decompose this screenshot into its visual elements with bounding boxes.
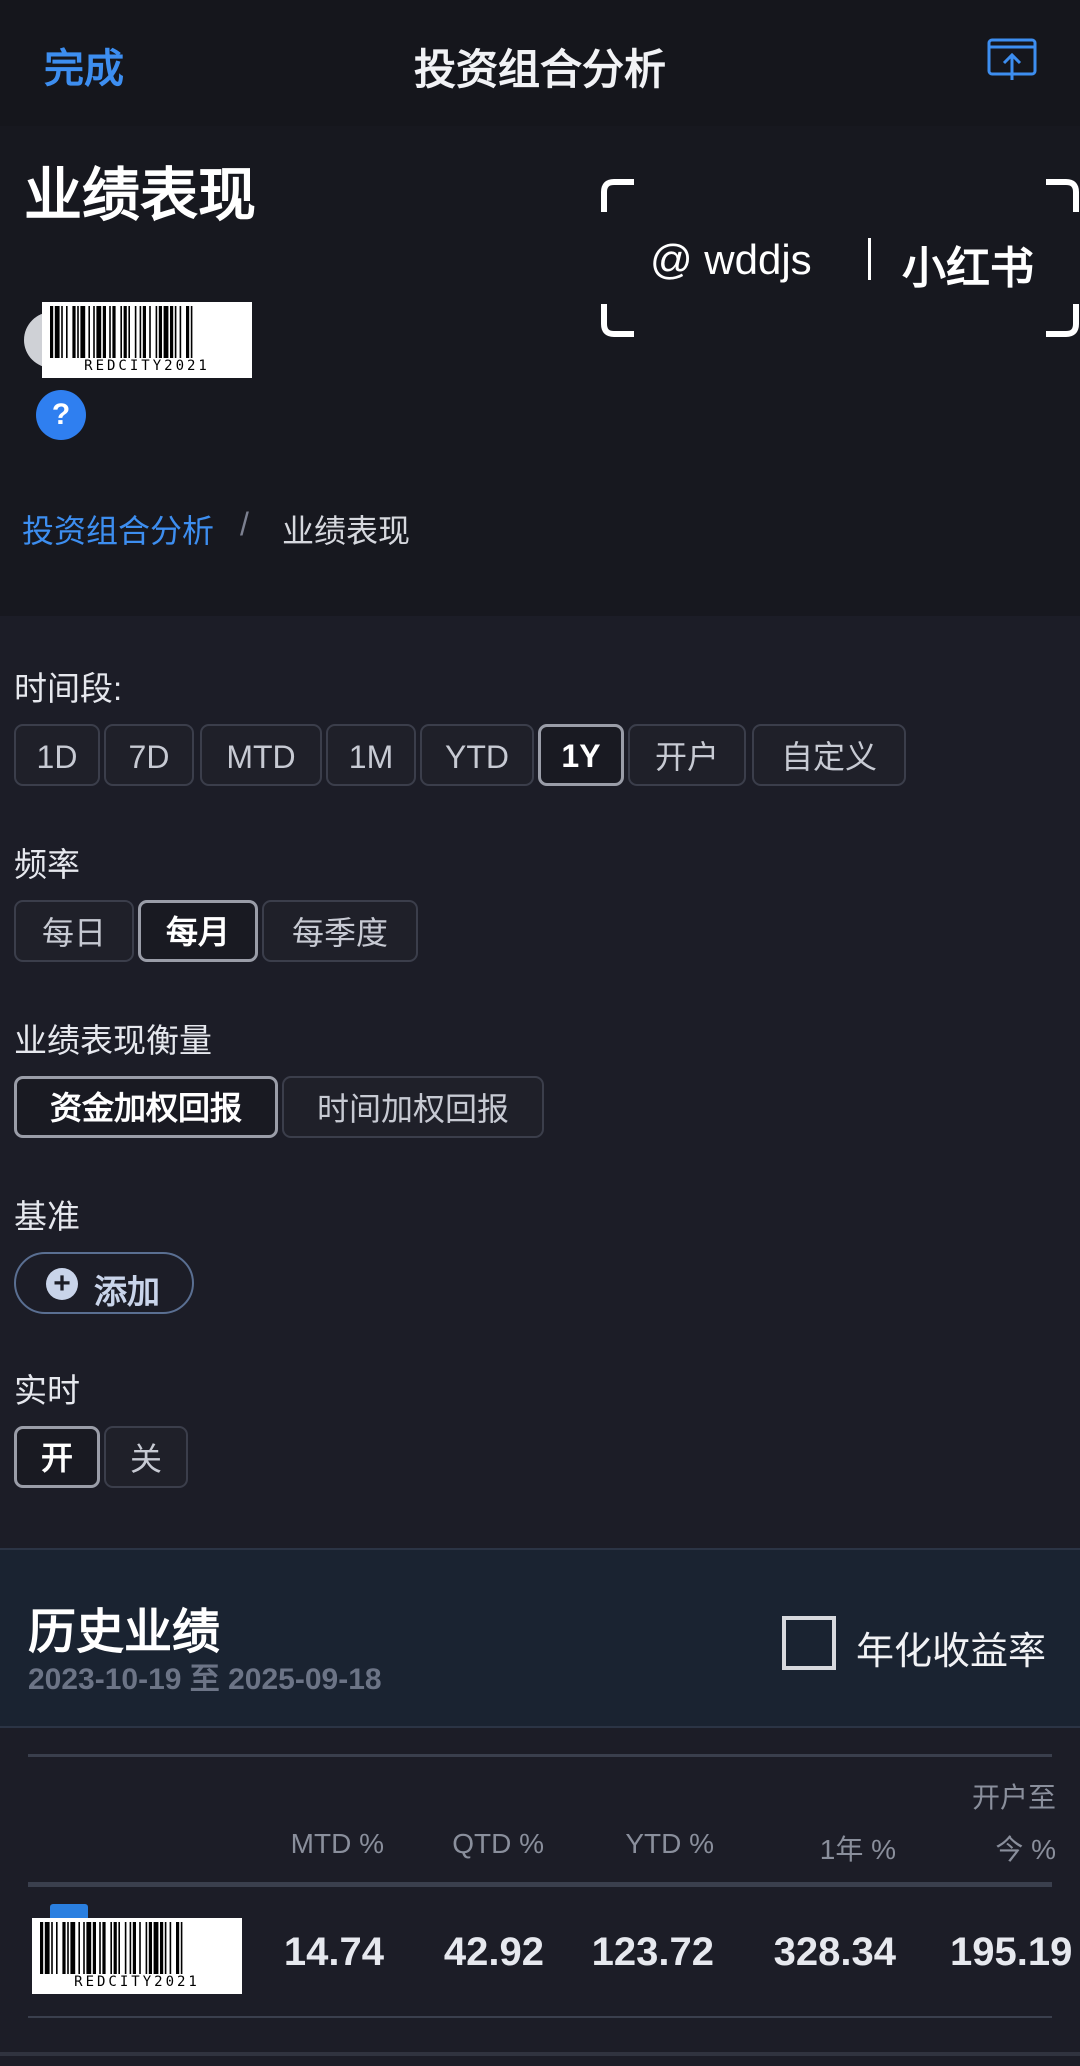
- period-option-since-open[interactable]: 开户: [628, 724, 746, 786]
- measure-option-twr[interactable]: 时间加权回报: [282, 1076, 544, 1138]
- watermark-divider: [868, 238, 871, 280]
- breadcrumb-current: 业绩表现: [282, 513, 411, 549]
- section-title: 业绩表现: [24, 163, 257, 228]
- add-benchmark-label: 添加: [94, 1273, 160, 1310]
- annualized-label: 年化收益率: [856, 1631, 1047, 1673]
- cell-1y: 328.34: [773, 1930, 896, 1974]
- frequency-option-quarterly[interactable]: 每季度: [262, 900, 418, 962]
- cell-qtd: 42.92: [443, 1930, 544, 1974]
- realtime-label: 实时: [14, 1372, 80, 1409]
- help-icon[interactable]: ?: [36, 390, 86, 440]
- share-screen-icon[interactable]: [986, 36, 1038, 86]
- period-option-custom[interactable]: 自定义: [752, 724, 906, 786]
- frequency-label: 频率: [14, 846, 80, 883]
- barcode-caption: REDCITY2021: [74, 1974, 200, 1990]
- bottom-divider: [0, 2052, 1080, 2056]
- column-header-ytd: YTD %: [625, 1828, 714, 1859]
- watermark-handle: @ wddjs: [650, 236, 812, 283]
- page-title: 投资组合分析: [413, 46, 666, 93]
- cell-mtd: 14.74: [283, 1930, 384, 1974]
- period-option-mtd[interactable]: MTD: [200, 724, 322, 786]
- account-barcode-image: REDCITY2021: [32, 1918, 242, 1994]
- frequency-option-daily[interactable]: 每日: [14, 900, 134, 962]
- column-header-1y: 1年 %: [819, 1834, 896, 1865]
- period-option-ytd[interactable]: YTD: [420, 724, 534, 786]
- column-header-qtd: QTD %: [452, 1828, 544, 1859]
- watermark-brand: 小红书: [902, 244, 1034, 293]
- plus-icon: +: [46, 1268, 78, 1300]
- table-row-divider: [28, 2016, 1052, 2018]
- measure-label: 业绩表现衡量: [14, 1022, 212, 1059]
- column-header-since-open-line1: 开户至: [971, 1782, 1056, 1813]
- annualized-checkbox[interactable]: [782, 1616, 836, 1670]
- frequency-option-monthly[interactable]: 每月: [138, 900, 258, 962]
- history-date-range: 2023-10-19 至 2025-09-18: [28, 1663, 382, 1696]
- breadcrumb-parent-link[interactable]: 投资组合分析: [22, 506, 214, 552]
- add-benchmark-button[interactable]: + 添加: [14, 1252, 194, 1314]
- period-option-1y[interactable]: 1Y: [538, 724, 624, 786]
- table-top-border: [28, 1754, 1052, 1757]
- history-title: 历史业绩: [28, 1606, 221, 1659]
- measure-option-mwr[interactable]: 资金加权回报: [14, 1076, 278, 1138]
- breadcrumb-separator: /: [240, 506, 249, 542]
- column-header-since-open-line2: 今 %: [995, 1834, 1056, 1865]
- column-header-mtd: MTD %: [290, 1828, 384, 1859]
- benchmark-label: 基准: [14, 1198, 80, 1235]
- table-header-divider: [28, 1882, 1052, 1887]
- period-label: 时间段:: [14, 670, 123, 707]
- period-option-7d[interactable]: 7D: [104, 724, 194, 786]
- realtime-option-on[interactable]: 开: [14, 1426, 100, 1488]
- barcode-caption: REDCITY2021: [84, 358, 210, 374]
- cell-ytd: 123.72: [591, 1930, 714, 1974]
- period-option-1d[interactable]: 1D: [14, 724, 100, 786]
- period-option-1m[interactable]: 1M: [326, 724, 416, 786]
- account-barcode-image: REDCITY2021: [42, 302, 252, 378]
- realtime-option-off[interactable]: 关: [104, 1426, 188, 1488]
- cell-since-open: 195.19: [950, 1930, 1073, 1974]
